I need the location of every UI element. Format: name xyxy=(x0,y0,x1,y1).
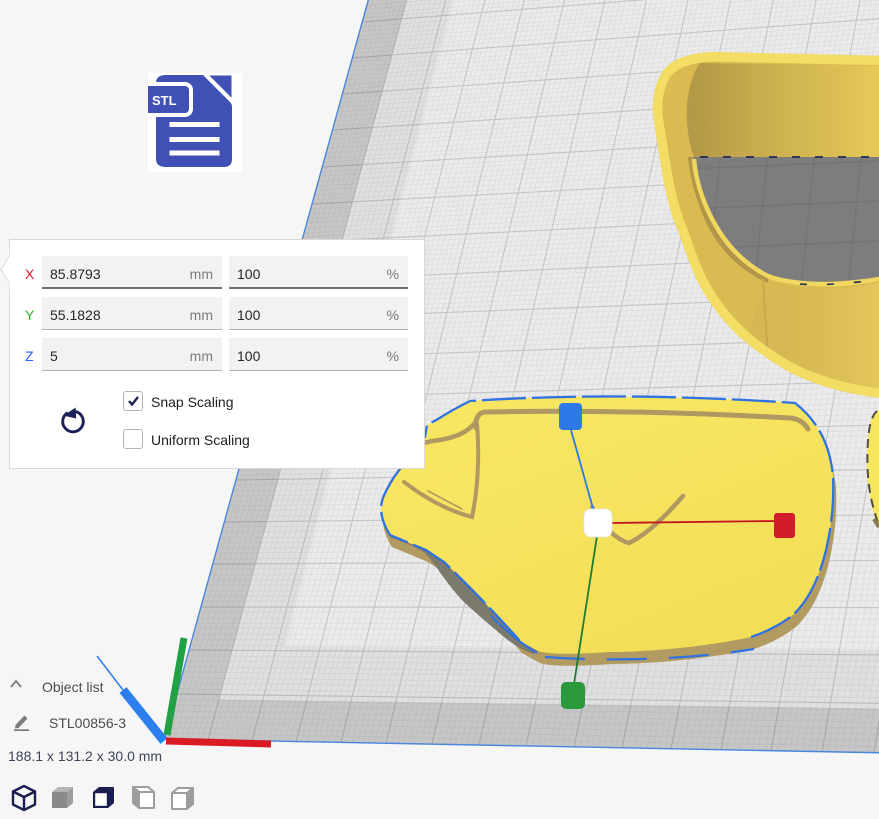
svg-text:STL: STL xyxy=(152,93,177,108)
